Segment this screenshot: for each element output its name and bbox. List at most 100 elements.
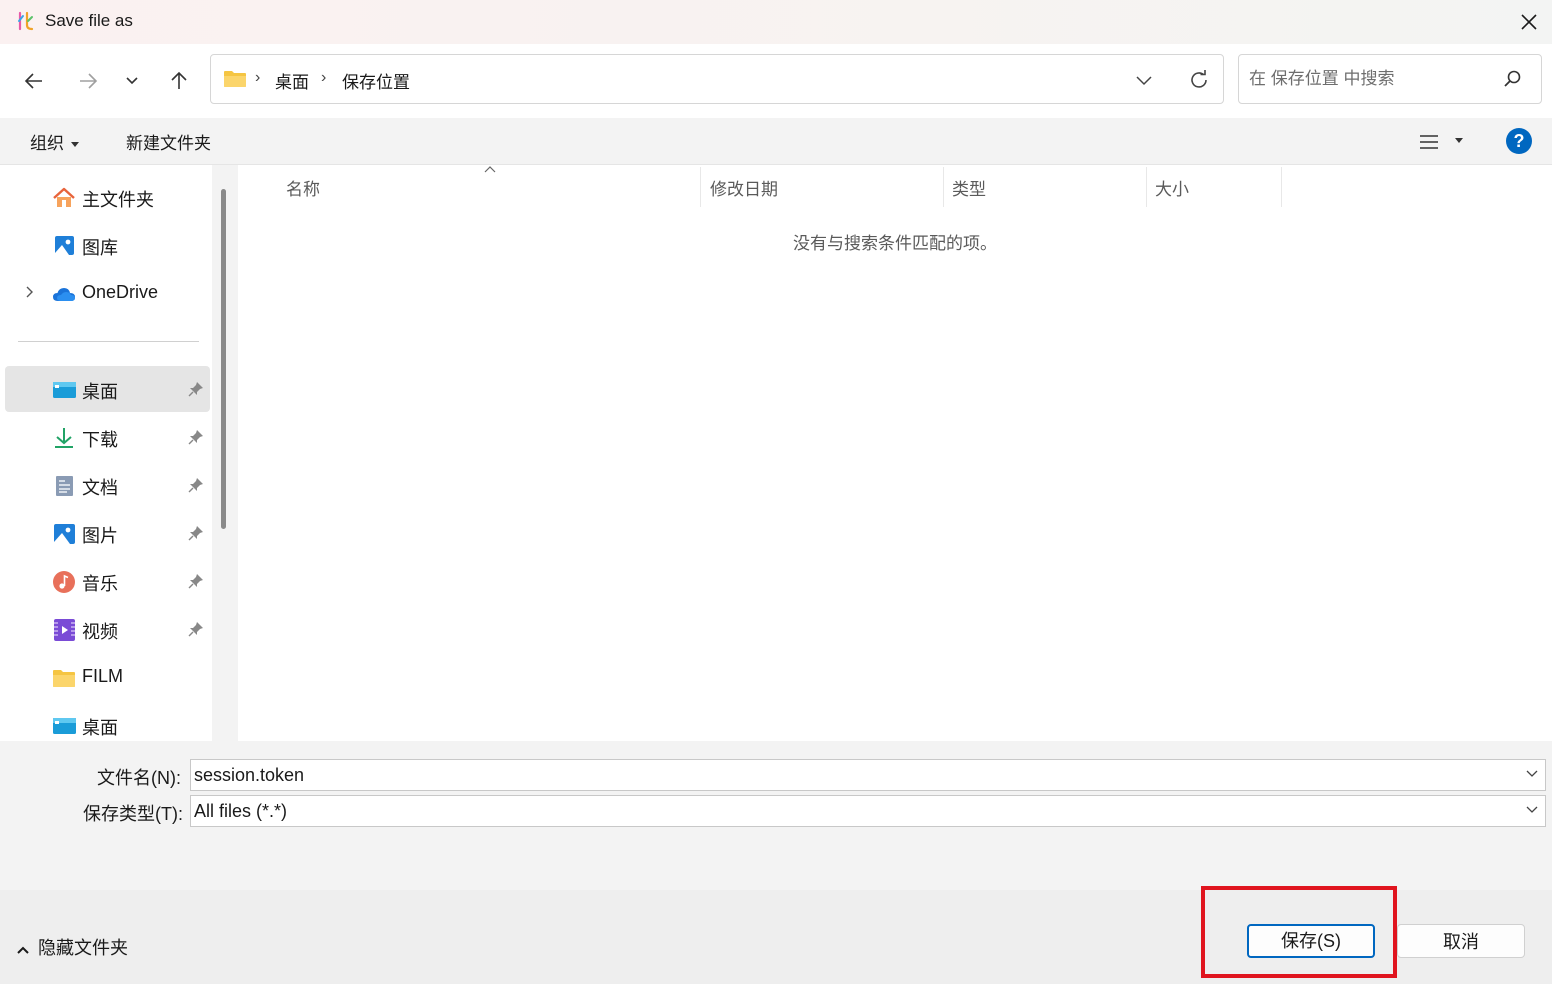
back-button[interactable] — [16, 66, 52, 96]
view-options-button[interactable] — [1418, 130, 1470, 154]
sidebar-item-pictures[interactable]: 图片 — [5, 510, 210, 556]
filename-input[interactable] — [194, 763, 1494, 787]
sidebar-item-label: 桌面 — [82, 382, 118, 402]
column-header-modified[interactable]: 修改日期 — [710, 175, 778, 200]
forward-button[interactable] — [70, 66, 106, 96]
save-button[interactable]: 保存(S) — [1247, 924, 1375, 958]
home-icon — [53, 187, 75, 207]
column-separator[interactable] — [943, 167, 944, 207]
sidebar-item-label: FILM — [82, 666, 124, 686]
close-button[interactable] — [1506, 0, 1552, 44]
onedrive-icon — [53, 288, 75, 301]
filetype-select[interactable]: All files (*.*) — [190, 795, 1546, 827]
hide-folders-toggle[interactable]: 隐藏文件夹 — [16, 934, 128, 960]
breadcrumb-desktop[interactable]: 桌面 — [275, 68, 309, 93]
column-separator[interactable] — [700, 167, 701, 207]
breadcrumb-save-location[interactable]: 保存位置 — [342, 68, 410, 93]
filetype-value: All files (*.*) — [194, 801, 288, 821]
search-box[interactable] — [1238, 54, 1542, 104]
empty-message: 没有与搜索条件匹配的项。 — [793, 234, 997, 253]
address-history-button[interactable] — [1131, 69, 1157, 91]
arrow-up-icon — [171, 71, 187, 89]
sidebar-item-desktop-2[interactable]: 桌面 — [5, 702, 210, 741]
sidebar-item-gallery[interactable]: 图库 — [5, 222, 210, 268]
help-button[interactable]: ? — [1506, 128, 1532, 154]
desktop-icon — [53, 382, 76, 398]
sidebar-item-label: OneDrive — [82, 282, 159, 302]
music-icon — [53, 571, 75, 593]
sidebar-item-label: 主文件夹 — [82, 190, 154, 210]
video-icon — [54, 619, 75, 641]
breadcrumb-separator: › — [255, 69, 261, 86]
column-header-name[interactable]: 名称 — [286, 175, 320, 200]
sidebar-divider — [18, 341, 199, 342]
sidebar-scrollbar-thumb[interactable] — [221, 189, 226, 529]
navigation-bar: › 桌面 › 保存位置 — [0, 44, 1552, 118]
up-button[interactable] — [161, 66, 197, 96]
pin-icon[interactable] — [188, 621, 204, 637]
pin-icon[interactable] — [188, 573, 204, 589]
search-input[interactable] — [1249, 67, 1489, 91]
chevron-down-icon[interactable] — [1525, 805, 1539, 814]
column-separator[interactable] — [1281, 167, 1282, 207]
filename-label: 文件名(N): — [97, 768, 181, 788]
folder-icon — [224, 71, 246, 87]
chevron-down-icon — [126, 77, 138, 85]
pin-icon[interactable] — [188, 525, 204, 541]
download-icon — [55, 428, 73, 448]
sidebar-item-label: 图库 — [82, 238, 118, 258]
refresh-icon — [1191, 70, 1207, 88]
refresh-button[interactable] — [1185, 67, 1213, 93]
column-header-type[interactable]: 类型 — [952, 175, 986, 200]
save-form: 文件名(N): 保存类型(T): All files (*.*) — [0, 741, 1552, 890]
close-icon — [1521, 14, 1537, 30]
recent-locations-button[interactable] — [114, 66, 150, 96]
command-bar: 组织 新建文件夹 ? — [0, 118, 1552, 165]
folder-icon — [53, 670, 75, 687]
new-folder-button[interactable]: 新建文件夹 — [126, 129, 211, 154]
sidebar-item-desktop[interactable]: 桌面 — [5, 366, 210, 412]
chevron-right-icon[interactable] — [23, 285, 37, 299]
arrow-right-icon — [80, 73, 98, 89]
column-separator[interactable] — [1146, 167, 1147, 207]
document-icon — [56, 476, 73, 496]
sidebar-item-film[interactable]: FILM — [5, 654, 210, 700]
pin-icon[interactable] — [188, 381, 204, 397]
pin-icon[interactable] — [188, 477, 204, 493]
app-icon — [18, 11, 34, 31]
gallery-icon — [55, 236, 74, 255]
cancel-button[interactable]: 取消 — [1397, 924, 1525, 958]
chevron-down-icon — [1136, 75, 1152, 85]
search-icon[interactable] — [1503, 69, 1523, 89]
breadcrumb-separator: › — [321, 69, 327, 86]
chevron-down-icon[interactable] — [1525, 769, 1539, 778]
window-title: Save file as — [45, 11, 133, 30]
sidebar-item-documents[interactable]: 文档 — [5, 462, 210, 508]
filename-combobox[interactable] — [190, 759, 1546, 791]
pin-icon[interactable] — [188, 429, 204, 445]
sidebar-item-label: 下载 — [82, 430, 118, 450]
sidebar-item-label: 文档 — [82, 478, 118, 498]
sidebar-item-label: 音乐 — [82, 574, 118, 594]
sidebar-item-label: 桌面 — [82, 718, 118, 738]
sidebar-item-home[interactable]: 主文件夹 — [5, 174, 210, 220]
list-view-icon — [1420, 135, 1438, 149]
sidebar-item-videos[interactable]: 视频 — [5, 606, 210, 652]
dialog-footer: 隐藏文件夹 保存(S) 取消 — [0, 890, 1552, 984]
address-bar[interactable]: › 桌面 › 保存位置 — [210, 54, 1224, 104]
caret-down-icon — [71, 142, 79, 148]
sidebar-item-label: 视频 — [82, 622, 118, 642]
sidebar-item-music[interactable]: 音乐 — [5, 558, 210, 604]
sidebar-item-onedrive[interactable]: OneDrive — [5, 270, 210, 316]
desktop-icon — [53, 718, 76, 734]
navigation-pane: 主文件夹 图库 OneDrive 桌面 下载 文档 图片 音乐 视频 FILM … — [0, 165, 238, 741]
organize-label: 组织 — [30, 134, 64, 153]
sort-ascending-icon — [484, 166, 496, 173]
organize-button[interactable]: 组织 — [30, 129, 79, 154]
arrow-left-icon — [24, 73, 42, 89]
sidebar-item-label: 图片 — [82, 526, 118, 546]
caret-down-icon — [1455, 138, 1463, 143]
sidebar-item-downloads[interactable]: 下载 — [5, 414, 210, 460]
pictures-icon — [54, 524, 75, 544]
column-header-size[interactable]: 大小 — [1155, 175, 1189, 200]
